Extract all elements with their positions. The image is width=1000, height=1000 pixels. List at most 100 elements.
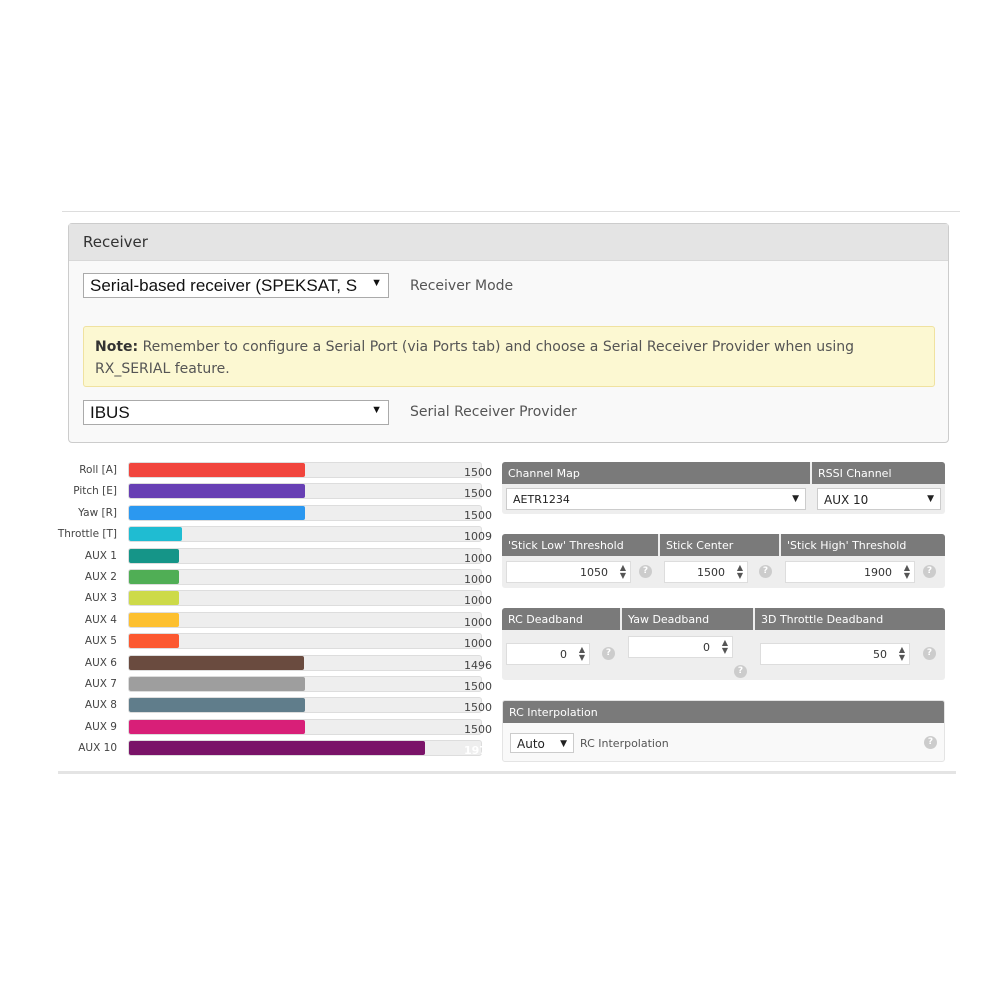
divider (62, 211, 960, 212)
channel-name: Throttle [T] (57, 528, 117, 541)
spinner-icon[interactable]: ▲ ▼ (620, 564, 626, 580)
rc-interpolation-label: RC Interpolation (580, 737, 669, 750)
channel-name: AUX 8 (84, 699, 117, 712)
channel-bar-fill (129, 505, 305, 520)
channel-bar-fill (129, 677, 305, 691)
stick-center-header: Stick Center (660, 534, 781, 556)
channel-bar-track: 1000 (128, 633, 492, 650)
channel-value: 1000 (464, 594, 492, 608)
channel-value: 1000 (464, 615, 492, 629)
channel-bar-fill (129, 719, 305, 734)
channel-map-header: Channel Map (502, 462, 812, 484)
spinner-icon[interactable]: ▲ ▼ (737, 564, 743, 580)
help-icon[interactable]: ? (923, 647, 936, 660)
throttle-deadband-value: 50 (873, 648, 887, 661)
channel-bar-fill (129, 548, 180, 563)
channel-bar-track: 1000 (128, 611, 492, 629)
stick-center-input[interactable]: 1500 ▲ ▼ (664, 561, 748, 583)
throttle-deadband-header: 3D Throttle Deadband (761, 613, 884, 626)
throttle-deadband-input[interactable]: 50 ▲ ▼ (760, 643, 910, 665)
spinner-icon[interactable]: ▲ ▼ (904, 564, 910, 580)
channel-value: 1500 (464, 487, 492, 501)
channel-value: 1500 (464, 466, 492, 479)
serial-provider-label: Serial Receiver Provider (410, 404, 577, 420)
channel-value: 1500 (464, 508, 492, 522)
channel-bar-track: 1500 (128, 504, 492, 522)
channel-bar-row: AUX 2 1000 (60, 569, 500, 587)
channel-bar-row: AUX 1 1000 (60, 547, 500, 566)
receiver-panel: Receiver Serial-based receiver (SPEKSAT,… (68, 223, 949, 443)
help-icon[interactable]: ? (924, 736, 937, 749)
channel-bar-fill (129, 655, 304, 670)
channel-bar-fill (129, 634, 180, 649)
channel-bar-row: Pitch [E] 1500 (60, 483, 500, 501)
channel-bar-fill (129, 570, 180, 584)
channel-value: 1009 (464, 530, 492, 544)
channel-name: Yaw [R] (78, 506, 117, 519)
spinner-icon[interactable]: ▲ ▼ (579, 646, 585, 662)
channel-name: AUX 10 (78, 742, 117, 755)
note-label: Note: (95, 339, 139, 355)
channel-bar-row: AUX 8 1500 (60, 697, 500, 715)
deadband-block: RC Deadband Yaw Deadband 3D Throttle Deadb… (502, 608, 945, 680)
channel-bar-fill (129, 741, 425, 756)
channel-bar-track: 1500 (128, 718, 492, 736)
chevron-down-icon: ▼ (792, 494, 799, 504)
serial-provider-value: IBUS (90, 403, 130, 422)
note-text: Remember to configure a Serial Port (via… (95, 339, 855, 377)
channel-bar-row: AUX 6 1496 (60, 654, 500, 673)
receiver-title: Receiver (69, 224, 948, 261)
channel-bar-row: AUX 9 1500 (60, 718, 500, 737)
channel-name: AUX 3 (84, 592, 117, 605)
divider (58, 771, 956, 774)
channel-value: 1977 (464, 744, 495, 758)
rssi-channel-value: AUX 10 (824, 493, 869, 507)
chevron-down-icon: ▼ (371, 277, 382, 289)
serial-provider-select[interactable]: IBUS ▼ (83, 400, 389, 425)
spinner-icon[interactable]: ▲ ▼ (899, 646, 905, 662)
channel-name: AUX 5 (84, 635, 117, 648)
channel-value: 1500 (464, 680, 492, 693)
rc-interpolation-select[interactable]: Auto ▼ (510, 733, 574, 753)
channel-bar-track: 1000 (128, 547, 492, 565)
help-icon[interactable]: ? (602, 647, 615, 660)
receiver-mode-select[interactable]: Serial-based receiver (SPEKSAT, S ▼ (83, 273, 389, 298)
chevron-down-icon: ▼ (560, 739, 567, 749)
channel-value: 1000 (464, 551, 492, 565)
yaw-deadband-input[interactable]: 0 ▲ ▼ (628, 636, 733, 658)
stick-high-input[interactable]: 1900 ▲ ▼ (785, 561, 915, 583)
channel-bar-fill (129, 591, 180, 606)
rc-deadband-input[interactable]: 0 ▲ ▼ (506, 643, 590, 665)
stick-high-header: 'Stick High' Threshold (787, 539, 907, 552)
receiver-mode-value: Serial-based receiver (SPEKSAT, S (90, 276, 358, 295)
chevron-down-icon: ▼ (927, 494, 934, 504)
channel-bar-fill (129, 463, 305, 477)
rssi-channel-header: RSSI Channel (818, 467, 892, 480)
help-icon[interactable]: ? (923, 565, 936, 578)
channel-name: AUX 9 (84, 720, 117, 733)
channel-name: Roll [A] (79, 464, 117, 476)
channel-bar-row: AUX 3 1000 (60, 590, 500, 608)
channel-map-input[interactable]: AETR1234 ▼ (506, 488, 806, 510)
stick-low-value: 1050 (580, 566, 608, 579)
rssi-channel-select[interactable]: AUX 10 ▼ (817, 488, 941, 510)
channel-bar-row: Roll [A] 1500 (60, 462, 500, 480)
channel-name: AUX 4 (84, 613, 117, 626)
help-icon[interactable]: ? (759, 565, 772, 578)
receiver-mode-label: Receiver Mode (410, 278, 514, 294)
channel-name: AUX 2 (84, 571, 117, 583)
rc-interpolation-block: RC Interpolation Auto ▼ RC Interpolation … (502, 700, 945, 762)
channel-value: 1500 (464, 722, 492, 736)
spinner-icon[interactable]: ▲ ▼ (722, 639, 728, 655)
channel-bar-fill (129, 484, 305, 499)
channel-name: AUX 6 (84, 656, 117, 669)
channel-value: 1500 (464, 701, 492, 715)
help-icon[interactable]: ? (734, 665, 747, 678)
stick-low-input[interactable]: 1050 ▲ ▼ (506, 561, 631, 583)
help-icon[interactable]: ? (639, 565, 652, 578)
channel-bar-fill (129, 612, 180, 627)
channel-bar-track: 1500 (128, 483, 492, 500)
channel-bar-track: 1500 (128, 462, 492, 479)
note-box: Note: Remember to configure a Serial Por… (83, 326, 935, 387)
rc-interpolation-value: Auto (517, 737, 545, 751)
